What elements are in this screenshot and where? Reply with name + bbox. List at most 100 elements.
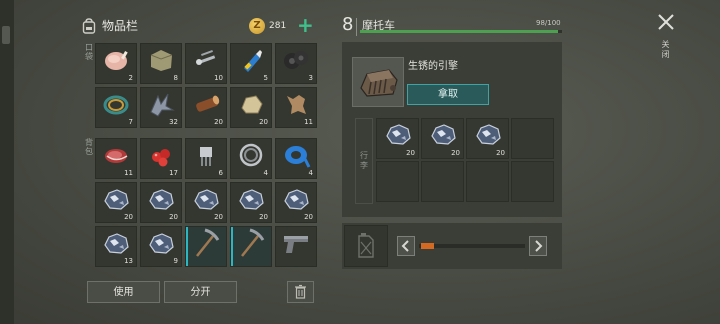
iron-ore-icon — [146, 229, 176, 261]
inventory-slot[interactable]: 13 — [95, 226, 137, 267]
tires-icon — [281, 46, 311, 78]
close-label: 关闭 — [661, 40, 670, 60]
trunk-slot[interactable] — [421, 161, 464, 202]
close-icon — [658, 14, 674, 30]
inventory-slot[interactable]: 20 — [230, 87, 272, 128]
inventory-slot[interactable]: 20 — [275, 182, 317, 223]
item-count: 20 — [406, 149, 415, 157]
split-button[interactable]: 分开 — [164, 281, 237, 303]
item-count: 20 — [259, 118, 268, 126]
item-count: 9 — [173, 257, 178, 265]
close-button[interactable] — [657, 13, 675, 31]
wire-coil-icon — [101, 90, 131, 122]
take-button[interactable]: 拿取 — [407, 84, 489, 105]
trash-icon — [295, 284, 306, 299]
left-edge-panel — [0, 0, 14, 324]
raw-chicken-icon — [101, 46, 131, 78]
inventory-slot[interactable]: 3 — [275, 43, 317, 84]
inventory-slot[interactable]: 4 — [275, 138, 317, 179]
coin-count: 281 — [269, 21, 287, 31]
trunk-label-box: 行李 — [355, 118, 373, 204]
inventory-slot[interactable]: 8 — [140, 43, 182, 84]
pistol-icon — [280, 229, 312, 261]
inventory-slot[interactable]: 10 — [185, 43, 227, 84]
vehicle-level: 8 — [342, 14, 354, 35]
trunk-slot[interactable] — [376, 161, 419, 202]
pickaxe-icon — [236, 226, 266, 264]
inventory-slot[interactable]: 20 — [185, 182, 227, 223]
item-count: 10 — [214, 74, 223, 82]
item-count: 11 — [304, 118, 313, 126]
item-count: 20 — [169, 213, 178, 221]
item-count: 32 — [169, 118, 178, 126]
item-count: 20 — [304, 213, 313, 221]
inventory-slot[interactable] — [230, 226, 272, 267]
inventory-slot[interactable]: 11 — [95, 138, 137, 179]
trunk-label: 行李 — [359, 151, 369, 171]
backpack-label: 背包 — [85, 138, 93, 156]
item-count: 11 — [124, 169, 133, 177]
bearing-icon — [236, 141, 266, 173]
engine-name: 生锈的引擎 — [408, 61, 458, 72]
item-count: 4 — [263, 169, 268, 177]
trunk-slot[interactable]: 20 — [376, 118, 419, 159]
inventory-slot[interactable]: 17 — [140, 138, 182, 179]
backpack-icon — [82, 17, 96, 34]
item-count: 8 — [173, 74, 178, 82]
trunk-grid: 20 20 20 — [376, 118, 554, 202]
fuel-decrease-button[interactable] — [397, 236, 415, 256]
header-divider — [356, 18, 357, 36]
inventory-slot[interactable]: 32 — [140, 87, 182, 128]
item-count: 20 — [259, 213, 268, 221]
inventory-slot[interactable]: 11 — [275, 87, 317, 128]
engine-slot[interactable] — [352, 57, 404, 107]
item-count: 20 — [214, 213, 223, 221]
item-count: 20 — [214, 118, 223, 126]
fuel-slot[interactable] — [344, 225, 388, 267]
item-count: 2 — [128, 74, 133, 82]
inventory-slot[interactable] — [185, 226, 227, 267]
inventory-slot[interactable]: 20 — [230, 182, 272, 223]
inventory-slot[interactable]: 4 — [230, 138, 272, 179]
inventory-slot[interactable]: 7 — [95, 87, 137, 128]
use-button[interactable]: 使用 — [87, 281, 160, 303]
chevron-left-icon — [401, 240, 409, 252]
iron-ore-icon — [428, 120, 458, 152]
inventory-slot[interactable] — [275, 226, 317, 267]
trunk-slot[interactable] — [466, 161, 509, 202]
chevron-right-icon — [535, 240, 543, 252]
left-edge-tab[interactable] — [2, 26, 10, 44]
item-count: 6 — [218, 169, 223, 177]
trunk-slot[interactable] — [511, 161, 554, 202]
inventory-slot[interactable]: 9 — [140, 226, 182, 267]
trunk-slot[interactable]: 20 — [466, 118, 509, 159]
item-count: 20 — [124, 213, 133, 221]
item-count: 5 — [263, 74, 268, 82]
vehicle-hp-bar — [360, 30, 562, 33]
inventory-slot[interactable]: 6 — [185, 138, 227, 179]
item-count: 20 — [496, 149, 505, 157]
vehicle-hp-text: 98/100 — [536, 19, 561, 27]
inventory-title: 物品栏 — [102, 19, 139, 33]
item-count: 20 — [451, 149, 460, 157]
pockets-label: 口袋 — [85, 43, 93, 61]
item-count: 4 — [308, 169, 313, 177]
fuel-slider-track[interactable] — [419, 244, 525, 248]
trash-button[interactable] — [287, 281, 314, 303]
inventory-header: 物品栏 — [82, 17, 138, 34]
iron-ore-icon — [473, 120, 503, 152]
trunk-slot[interactable]: 20 — [421, 118, 464, 159]
inventory-slot[interactable]: 20 — [140, 182, 182, 223]
fuel-slider-fill — [421, 243, 434, 249]
inventory-slot[interactable]: 2 — [95, 43, 137, 84]
inventory-slot[interactable]: 5 — [230, 43, 272, 84]
inventory-slot[interactable]: 20 — [185, 87, 227, 128]
trunk-slot[interactable] — [511, 118, 554, 159]
coin-icon: Z — [249, 18, 265, 34]
add-coins-button[interactable]: + — [297, 15, 314, 35]
pockets-grid: 2 8 10 5 3 7 32 20 20 11 — [95, 43, 317, 128]
fuel-increase-button[interactable] — [529, 236, 547, 256]
inventory-slot[interactable]: 20 — [95, 182, 137, 223]
item-count: 17 — [169, 169, 178, 177]
iron-ore-icon — [383, 120, 413, 152]
